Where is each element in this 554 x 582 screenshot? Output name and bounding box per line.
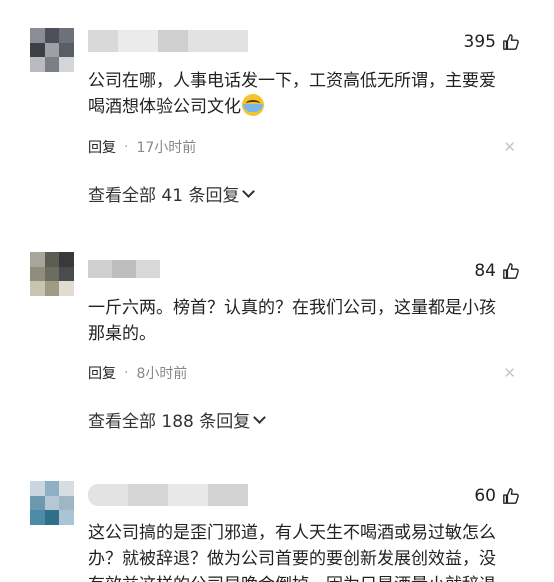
like-button[interactable]: 60 [474,486,520,506]
like-count: 60 [474,486,496,506]
comment-text: 这公司搞的是歪门邪道，有人天生不喝酒或易过敏怎么 办？就被辞退？做为公司首要的要… [88,520,528,582]
comment-text-line: 办？就被辞退？做为公司首要的要创新发展创效益，没 [88,549,496,569]
thumbs-up-icon [502,487,520,505]
comment-text-line: 这公司搞的是歪门邪道，有人天生不喝酒或易过敏怎么 [88,523,496,543]
username-blurred[interactable] [88,484,248,506]
comment-text-line: 有效益这样的公司早晚会倒掉，因为只是酒量小就辞退 [88,572,528,582]
avatar[interactable] [30,481,74,525]
comment-item: 60 这公司搞的是歪门邪道，有人天生不喝酒或易过敏怎么 办？就被辞退？做为公司首… [0,0,554,582]
